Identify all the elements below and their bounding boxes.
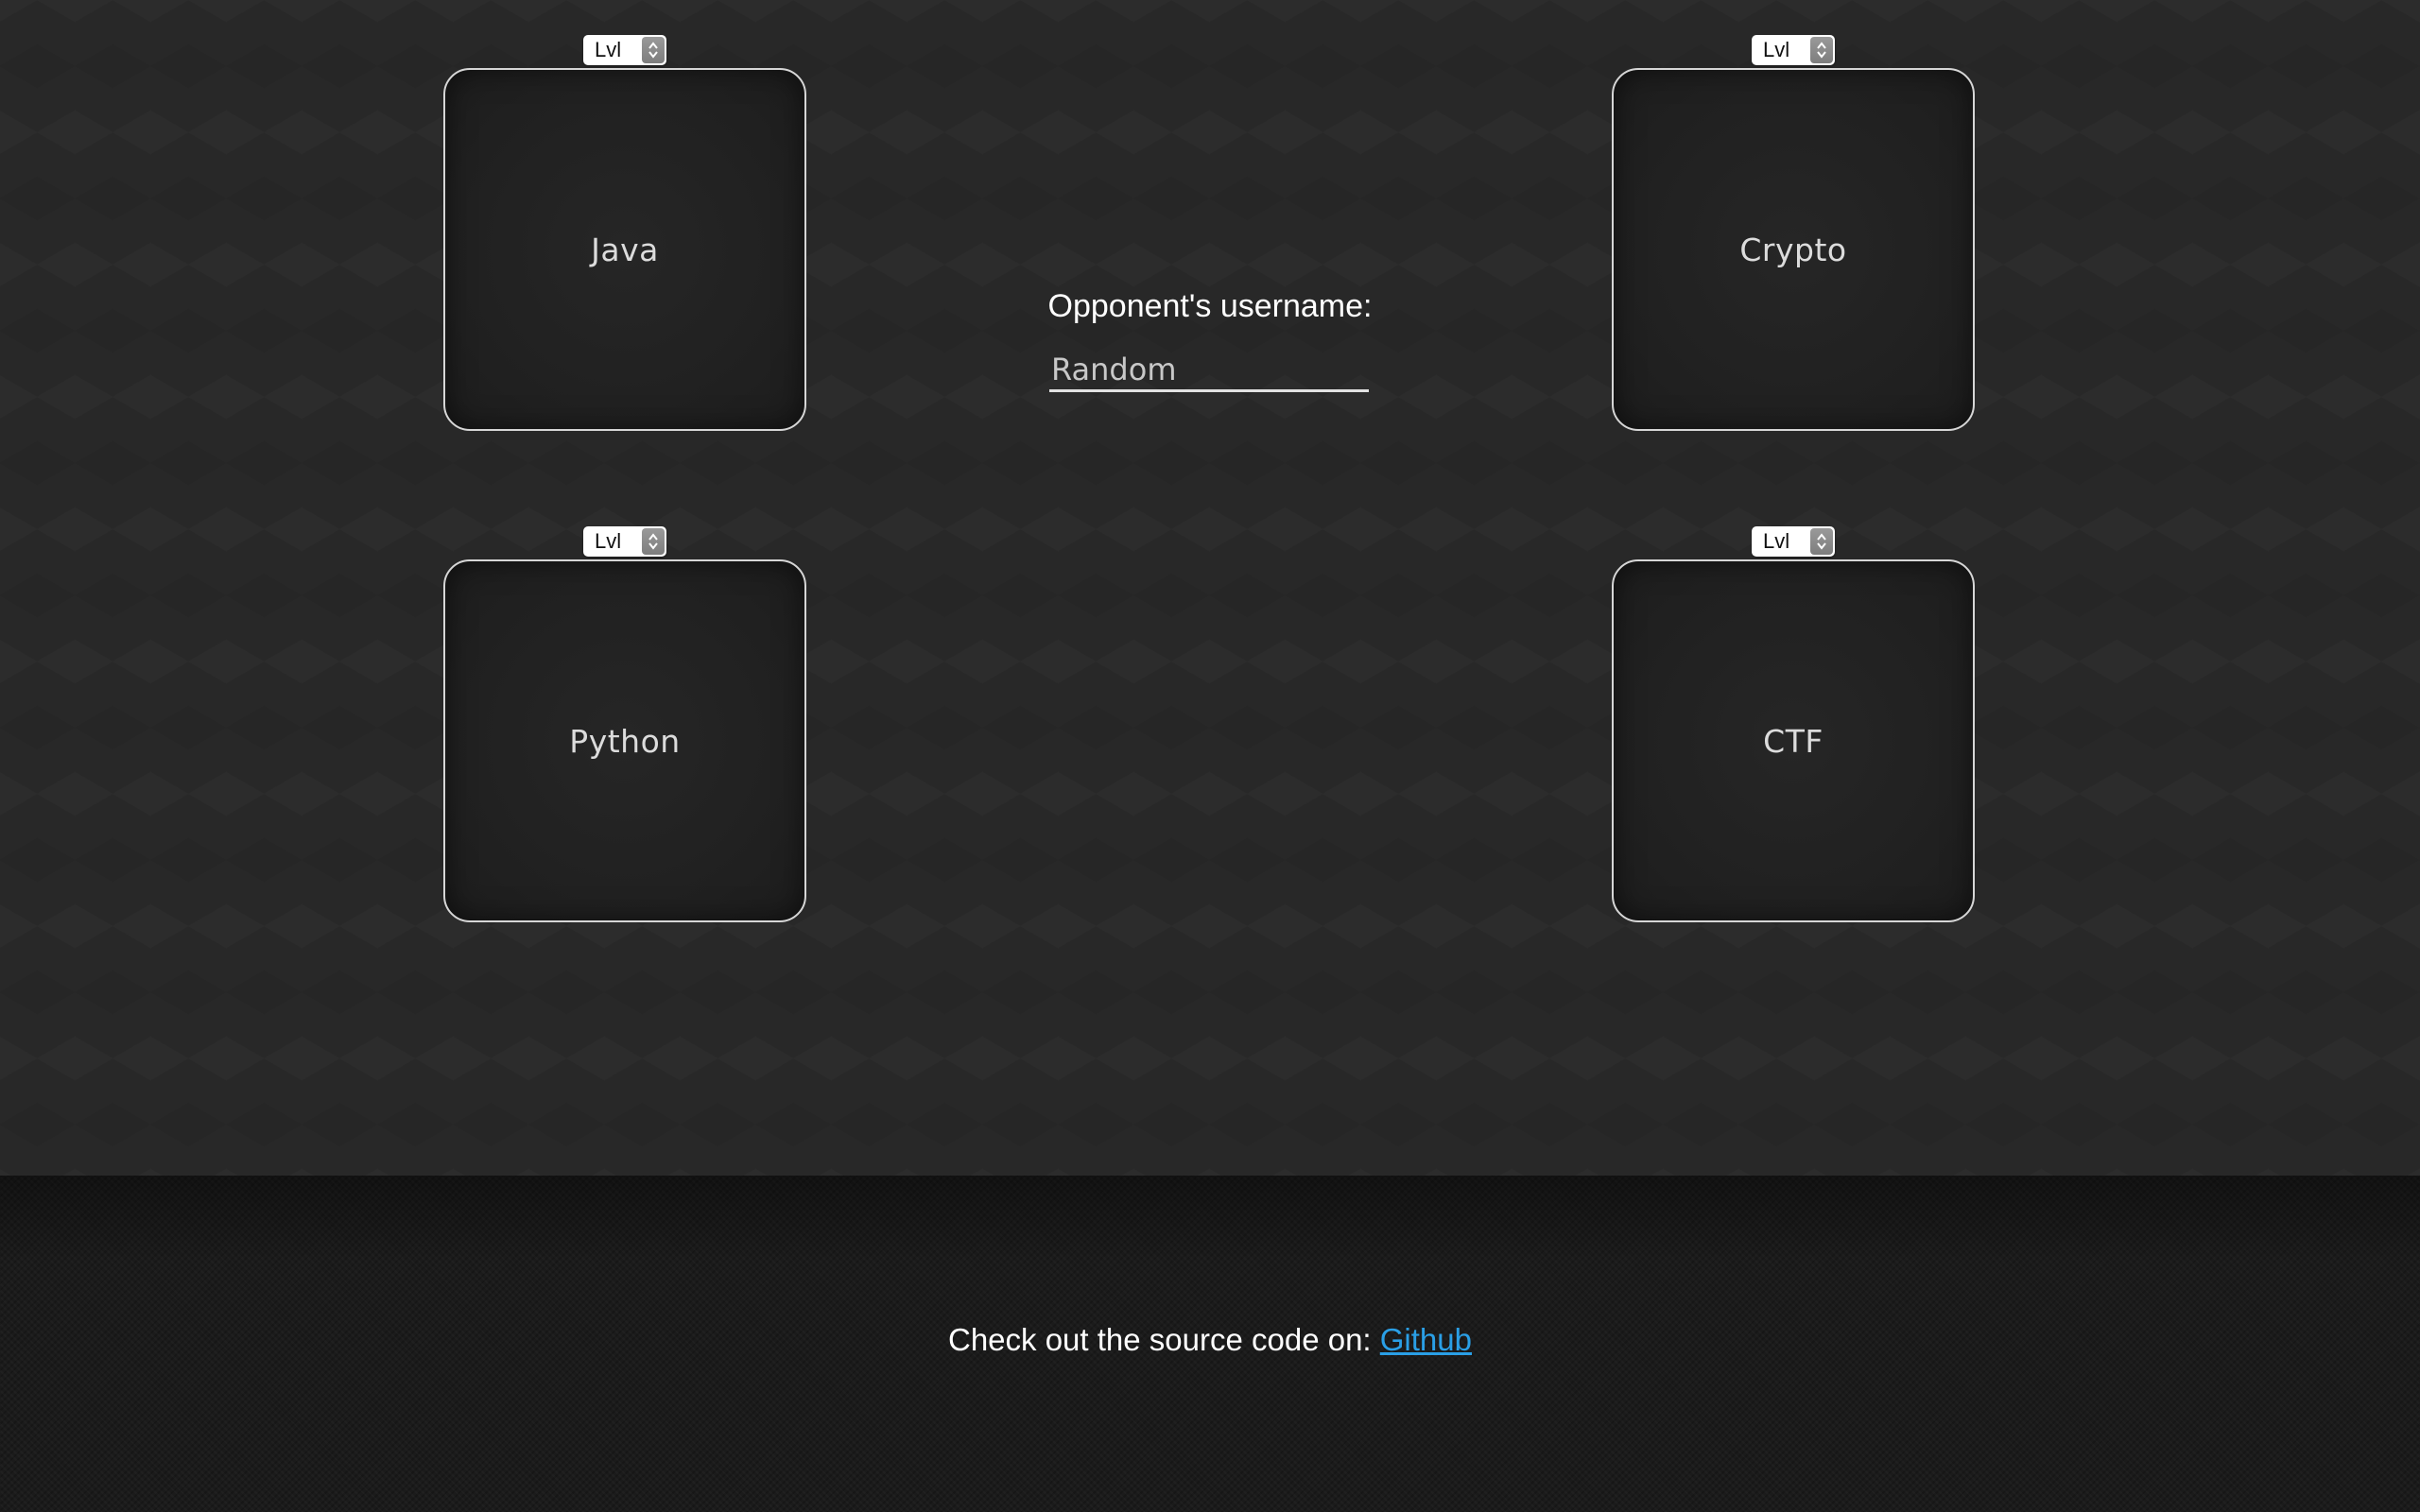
footer-source-text: Check out the source code on: <box>947 1322 1380 1357</box>
crypto-card-label: Crypto <box>1739 231 1847 268</box>
crypto-card[interactable]: Crypto <box>1612 68 1975 431</box>
crypto-level-select-value: Lvl <box>1763 38 1790 61</box>
footer-text: Check out the source code on: Github <box>0 1322 2420 1358</box>
ctf-level-select-value: Lvl <box>1763 529 1790 553</box>
ctf-card-label: CTF <box>1763 722 1824 760</box>
category-java: Java <box>443 68 806 431</box>
select-arrows-icon <box>642 37 665 63</box>
category-python: Python <box>443 559 806 922</box>
main-area: Lvl Java Lvl Crypto Lvl Python Lvl CTF O… <box>0 0 2420 1176</box>
java-level-select-value: Lvl <box>595 38 622 61</box>
github-link[interactable]: Github <box>1380 1322 1472 1357</box>
select-arrows-icon <box>1810 528 1833 555</box>
category-ctf: CTF <box>1612 559 1975 922</box>
select-arrows-icon <box>642 528 665 555</box>
footer: Check out the source code on: Github <box>0 1176 2420 1512</box>
opponent-username-input[interactable] <box>1049 350 1369 392</box>
python-card-label: Python <box>569 722 681 760</box>
category-crypto: Crypto <box>1612 68 1975 431</box>
crypto-level-select[interactable]: Lvl <box>1752 35 1835 65</box>
java-card[interactable]: Java <box>443 68 806 431</box>
select-arrows-icon <box>1810 37 1833 63</box>
java-card-label: Java <box>591 231 659 268</box>
opponent-username-label: Opponent's username: <box>1047 288 1373 324</box>
ctf-card[interactable]: CTF <box>1612 559 1975 922</box>
python-level-select-value: Lvl <box>595 529 622 553</box>
python-level-select[interactable]: Lvl <box>583 526 666 557</box>
python-card[interactable]: Python <box>443 559 806 922</box>
ctf-level-select[interactable]: Lvl <box>1752 526 1835 557</box>
java-level-select[interactable]: Lvl <box>583 35 666 65</box>
